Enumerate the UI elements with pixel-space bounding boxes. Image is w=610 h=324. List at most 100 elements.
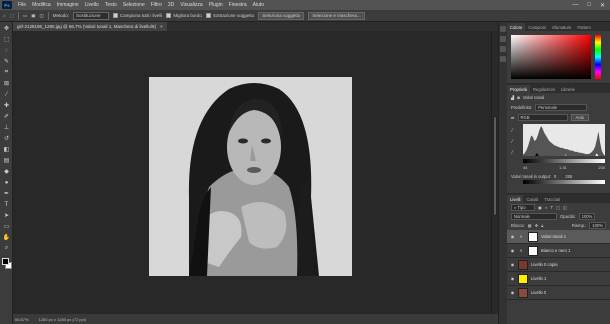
filter-shape-icon[interactable]: ▢ bbox=[556, 205, 560, 210]
shape-tool-icon[interactable]: ▭ bbox=[2, 222, 11, 231]
output-low-value[interactable]: 0 bbox=[554, 174, 556, 179]
menu-finestra[interactable]: Finestra bbox=[226, 2, 250, 8]
output-gradient[interactable] bbox=[523, 180, 605, 184]
fill-field[interactable]: 100% bbox=[589, 222, 606, 229]
opacity-field[interactable]: 100% bbox=[578, 213, 596, 220]
enhance-edge-checkbox[interactable]: Migliora bordo bbox=[166, 13, 202, 18]
preset-select[interactable]: Personale bbox=[535, 103, 588, 111]
gradient-tool-icon[interactable]: ▤ bbox=[2, 156, 11, 165]
filter-pixel-icon[interactable]: ▣ bbox=[538, 205, 542, 210]
close-window-button[interactable]: ✕ bbox=[600, 2, 605, 9]
dodge-tool-icon[interactable]: ● bbox=[2, 178, 11, 187]
add-selection-icon[interactable]: ▣ bbox=[31, 13, 35, 19]
healing-brush-tool-icon[interactable]: ✚ bbox=[2, 101, 11, 110]
hue-slider[interactable] bbox=[595, 35, 601, 79]
paragraph-panel-icon[interactable] bbox=[500, 56, 506, 62]
lasso-tool-icon[interactable]: ◌ bbox=[2, 46, 11, 55]
tab-proprieta[interactable]: Proprietà bbox=[507, 85, 530, 93]
layer-row[interactable]: ◉ Livello 0 copia bbox=[507, 258, 610, 272]
subtract-subject-checkbox[interactable]: Sottrazione soggetto bbox=[205, 13, 254, 18]
layer-mask-thumbnail[interactable] bbox=[528, 245, 538, 256]
tab-campioni[interactable]: Campioni bbox=[525, 23, 549, 31]
input-low-value[interactable]: 44 bbox=[523, 165, 527, 170]
close-document-icon[interactable]: × bbox=[160, 24, 163, 29]
visibility-eye-icon[interactable]: ◉ bbox=[510, 290, 515, 295]
tab-tracciati[interactable]: Tracciati bbox=[541, 195, 563, 203]
move-tool-icon[interactable]: ✥ bbox=[2, 24, 11, 33]
filter-adjustment-icon[interactable]: ◐ bbox=[545, 205, 548, 210]
color-field[interactable] bbox=[511, 35, 591, 79]
layer-row[interactable]: ◉ Livello 1 bbox=[507, 272, 610, 286]
zoom-tool-icon[interactable]: ⌕ bbox=[2, 244, 11, 253]
zoom-level[interactable]: 66,67% bbox=[15, 317, 29, 322]
document-tab[interactable]: girl-2128196_1280.jpg @ 66,7% (Valori to… bbox=[13, 22, 167, 31]
gray-point-eyedropper-icon[interactable]: ⁄ bbox=[512, 139, 513, 145]
stamp-tool-icon[interactable]: ⊥ bbox=[2, 123, 11, 132]
menu-visualizza[interactable]: Visualizza bbox=[177, 2, 205, 8]
output-high-value[interactable]: 255 bbox=[565, 174, 572, 179]
character-panel-icon[interactable] bbox=[500, 46, 506, 52]
select-and-mask-button[interactable]: Selezione e maschera... bbox=[308, 11, 365, 20]
brush-tool-icon[interactable]: ✐ bbox=[2, 112, 11, 121]
layer-thumbnail[interactable] bbox=[518, 259, 528, 270]
maximize-button[interactable]: □ bbox=[587, 2, 591, 9]
input-high-value[interactable]: 230 bbox=[598, 165, 605, 170]
sample-all-layers-checkbox[interactable]: Campiona tutti i livelli bbox=[113, 13, 162, 18]
layer-thumbnail[interactable] bbox=[518, 287, 528, 298]
home-icon[interactable]: ⌂ bbox=[3, 13, 6, 18]
input-gradient[interactable] bbox=[523, 159, 605, 163]
history-panel-icon[interactable] bbox=[500, 26, 506, 32]
vertical-scrollbar[interactable] bbox=[491, 31, 498, 314]
menu-3d[interactable]: 3D bbox=[165, 2, 177, 8]
layer-name[interactable]: Livello 1 bbox=[531, 276, 546, 281]
black-point-eyedropper-icon[interactable]: ⁄ bbox=[512, 128, 513, 134]
channel-select[interactable]: RGB bbox=[517, 113, 568, 121]
white-point-eyedropper-icon[interactable]: ⁄ bbox=[512, 150, 513, 156]
menu-livello[interactable]: Livello bbox=[82, 2, 102, 8]
layer-mask-thumbnail[interactable] bbox=[528, 231, 538, 242]
visibility-eye-icon[interactable]: ◉ bbox=[510, 234, 515, 239]
layer-name[interactable]: Livello 0 bbox=[531, 290, 546, 295]
layer-thumbnail[interactable] bbox=[518, 273, 528, 284]
marquee-tool-icon[interactable]: ⬚ bbox=[2, 35, 11, 44]
blend-mode-select[interactable]: Normale bbox=[511, 213, 557, 220]
tab-colore[interactable]: Colore bbox=[507, 23, 526, 31]
select-subject-button[interactable]: Seleziona soggetto bbox=[258, 11, 305, 20]
tab-pattern[interactable]: Pattern bbox=[574, 23, 594, 31]
menu-selezione[interactable]: Selezione bbox=[120, 2, 148, 8]
layer-name[interactable]: Bianco e nero 1 bbox=[541, 248, 570, 253]
history-brush-tool-icon[interactable]: ↺ bbox=[2, 134, 11, 143]
blur-tool-icon[interactable]: ◆ bbox=[2, 167, 11, 176]
new-selection-icon[interactable]: ▭ bbox=[23, 13, 27, 19]
menu-immagine[interactable]: Immagine bbox=[54, 2, 82, 8]
foreground-color-swatch[interactable] bbox=[2, 258, 9, 265]
layer-row[interactable]: ◉ ◐ Bianco e nero 1 bbox=[507, 244, 610, 258]
frame-tool-icon[interactable]: ⊠ bbox=[2, 79, 11, 88]
lock-all-icon[interactable]: 🔒︎ bbox=[541, 223, 543, 228]
layer-row[interactable]: ◉ Livello 0 bbox=[507, 286, 610, 300]
selection-tool-icon[interactable]: ⬚ bbox=[10, 13, 14, 19]
eyedropper-tool-icon[interactable]: ⁄ bbox=[2, 90, 11, 99]
mask-icon[interactable]: ◙ bbox=[517, 95, 520, 100]
tab-sfumature[interactable]: Sfumature bbox=[549, 23, 574, 31]
auto-button[interactable]: Auto bbox=[570, 113, 590, 121]
layer-kind-select[interactable]: ⌕ Tipo bbox=[511, 204, 535, 211]
hand-tool-icon[interactable]: ✋ bbox=[2, 233, 11, 242]
menu-plugin[interactable]: Plugin bbox=[206, 2, 226, 8]
lock-position-icon[interactable]: ✥ bbox=[535, 223, 539, 228]
menu-testo[interactable]: Testo bbox=[102, 2, 120, 8]
visibility-eye-icon[interactable]: ◉ bbox=[510, 262, 515, 267]
quick-selection-tool-icon[interactable]: ✎ bbox=[2, 57, 11, 66]
visibility-eye-icon[interactable]: ◉ bbox=[510, 248, 515, 253]
pen-tool-icon[interactable]: ✒ bbox=[2, 189, 11, 198]
input-mid-value[interactable]: 1,31 bbox=[559, 165, 567, 170]
layer-name[interactable]: Livello 0 copia bbox=[531, 262, 558, 267]
filter-type-icon[interactable]: T bbox=[551, 205, 554, 210]
tab-librerie[interactable]: Librerie bbox=[558, 85, 578, 93]
minimize-button[interactable]: — bbox=[572, 2, 578, 9]
menu-modifica[interactable]: Modifica bbox=[29, 2, 54, 8]
filter-smart-icon[interactable]: ◫ bbox=[563, 205, 567, 210]
tab-canali[interactable]: Canali bbox=[523, 195, 541, 203]
type-tool-icon[interactable]: T bbox=[2, 200, 11, 209]
crop-tool-icon[interactable]: ⌗ bbox=[2, 68, 11, 77]
